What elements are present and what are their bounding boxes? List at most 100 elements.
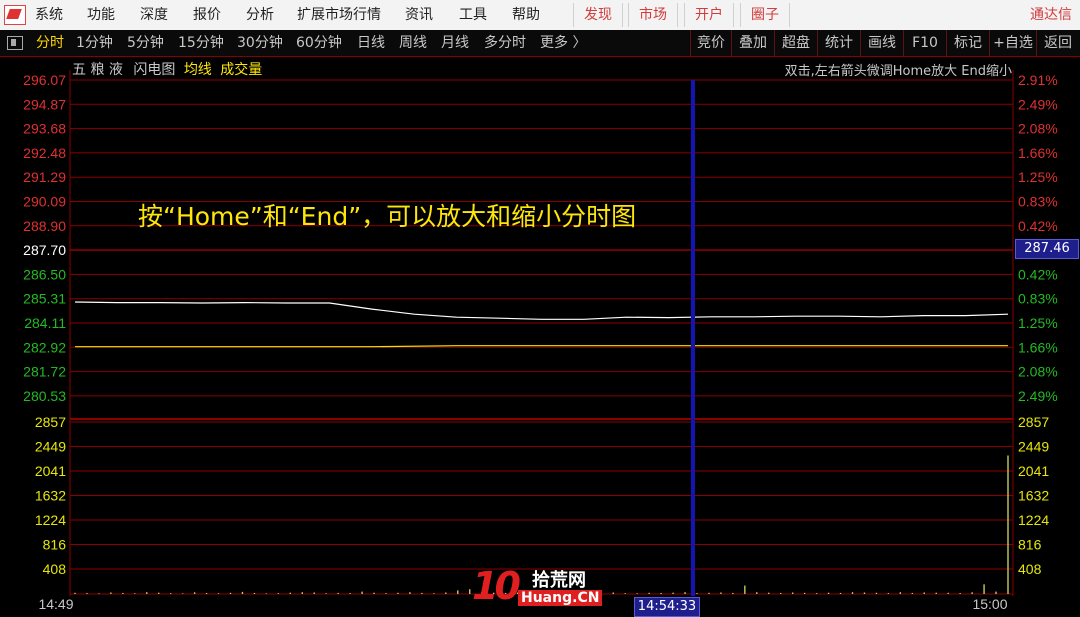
price-tick-label: 282.92: [23, 339, 66, 355]
tab-30min[interactable]: 30分钟: [237, 30, 283, 56]
auction-button[interactable]: 竞价: [690, 30, 731, 56]
volume-tick-label-left: 408: [43, 561, 67, 577]
intraday-chart[interactable]: 296.07 294.87 293.68 292.48 291.29 290.09 288.…: [0, 56, 1080, 617]
percent-tick-label: 2.49%: [1018, 388, 1058, 404]
time-start-label: 14:49: [38, 596, 73, 612]
percent-tick-label: 0.83%: [1018, 194, 1058, 210]
price-tick-label: 281.72: [23, 364, 66, 380]
price-tick-label: 294.87: [23, 96, 66, 112]
menu-help[interactable]: 帮助: [512, 0, 540, 30]
stock-name: 五 粮 液: [72, 62, 123, 78]
volume-tick-label-left: 2041: [35, 463, 66, 479]
percent-tick-label: 1.25%: [1018, 315, 1058, 331]
draw-line-button[interactable]: 画线: [860, 30, 903, 56]
menu-market[interactable]: 市场: [628, 3, 678, 27]
volume-tick-label-right: 408: [1018, 561, 1042, 577]
tab-1min[interactable]: 1分钟: [76, 30, 113, 56]
price-tick-label: 286.50: [23, 266, 66, 282]
menu-analysis[interactable]: 分析: [246, 0, 274, 30]
sidebar-toggle-icon[interactable]: [7, 36, 23, 50]
menu-open-account[interactable]: 开户: [684, 3, 734, 27]
cursor-price-label: 287.46: [1015, 239, 1079, 259]
chart-info-left: 五 粮 液 闪电图 均线 成交量: [72, 59, 262, 79]
period-tab-bar: 分时 1分钟 5分钟 15分钟 30分钟 60分钟 日线 周线 月线 多分时 更…: [0, 30, 1080, 57]
zoom-hint: 双击,左右箭头微调Home放大 End缩小: [784, 64, 1012, 79]
volume-tick-label-left: 2449: [35, 439, 66, 455]
super-board-button[interactable]: 超盘: [774, 30, 817, 56]
price-axis-left: 296.07 294.87 293.68 292.48 291.29 290.09 288.…: [23, 72, 66, 404]
menu-circle[interactable]: 圈子: [740, 3, 790, 27]
percent-tick-label: 2.08%: [1018, 364, 1058, 380]
percent-tick-label: 1.66%: [1018, 145, 1058, 161]
zoom-caption: 按“Home”和“End”，可以放大和缩小分时图: [138, 202, 637, 231]
percent-tick-label: 1.25%: [1018, 169, 1058, 185]
price-tick-label: 285.31: [23, 291, 66, 307]
cursor-time-label: 14:54:33: [634, 597, 700, 617]
volume-tick-label-right: 1224: [1018, 512, 1049, 528]
price-tick-label: 293.68: [23, 121, 66, 137]
volume-tick-label-right: 2857: [1018, 414, 1049, 430]
menu-bar: 系统 功能 深度 报价 分析 扩展市场行情 资讯 工具 帮助 发现 市场 开户 …: [0, 0, 1080, 31]
volume-tick-label-right: 1632: [1018, 488, 1049, 504]
volume-tick-label-left: 1224: [35, 512, 66, 528]
percent-tick-label: 1.66%: [1018, 339, 1058, 355]
f10-button[interactable]: F10: [903, 30, 946, 56]
percent-tick-label: 0.83%: [1018, 291, 1058, 307]
chart-grid: [69, 70, 1014, 596]
volume-tick-label-left: 1632: [35, 488, 66, 504]
tab-5min[interactable]: 5分钟: [127, 30, 164, 56]
price-tick-label: 284.11: [24, 315, 66, 331]
menu-system[interactable]: 系统: [35, 0, 63, 30]
mark-button[interactable]: 标记: [946, 30, 989, 56]
watermark-logo-icon: 10: [472, 564, 521, 608]
tab-multi-intraday[interactable]: 多分时: [484, 30, 526, 56]
menu-tools[interactable]: 工具: [459, 0, 487, 30]
back-button[interactable]: 返回: [1036, 30, 1079, 56]
price-line: [74, 301, 1009, 320]
price-tick-label: 288.90: [23, 218, 66, 234]
price-tick-label: 290.09: [23, 194, 66, 210]
tab-daily[interactable]: 日线: [357, 30, 385, 56]
tab-60min[interactable]: 60分钟: [296, 30, 342, 56]
brand-name: 通达信: [1030, 7, 1072, 23]
percent-tick-label: 0.42%: [1018, 218, 1058, 234]
tab-weekly[interactable]: 周线: [399, 30, 427, 56]
volume-tick-label-right: 2041: [1018, 463, 1049, 479]
menu-quote[interactable]: 报价: [193, 0, 221, 30]
tab-monthly[interactable]: 月线: [441, 30, 469, 56]
volume-label: 成交量: [220, 62, 263, 78]
percent-tick-label: 2.91%: [1018, 72, 1058, 88]
price-tick-label: 291.29: [23, 169, 66, 185]
volume-tick-label-left: 2857: [35, 414, 66, 430]
price-tick-label: 296.07: [23, 72, 66, 88]
percent-tick-label: 0.42%: [1018, 266, 1058, 282]
menu-depth[interactable]: 深度: [140, 0, 168, 30]
statistics-button[interactable]: 统计: [817, 30, 860, 56]
menu-extended-market[interactable]: 扩展市场行情: [297, 0, 381, 30]
menu-discover[interactable]: 发现: [573, 3, 623, 27]
site-watermark: 10 拾荒网 Huang.CN: [472, 564, 603, 610]
menu-news[interactable]: 资讯: [405, 0, 433, 30]
volume-tick-label-right: 2449: [1018, 439, 1049, 455]
average-price-line: [75, 345, 1008, 348]
add-watchlist-button[interactable]: +自选: [989, 30, 1036, 56]
percent-tick-label: 2.08%: [1018, 121, 1058, 137]
volume-tick-label-right: 816: [1018, 537, 1042, 553]
time-end-label: 15:00: [972, 596, 1007, 612]
price-lines: [74, 301, 1009, 348]
watermark-logo-text: 拾荒网: [532, 570, 586, 591]
tab-intraday[interactable]: 分时: [36, 30, 64, 56]
percent-axis-right: 2.91% 2.49% 2.08% 1.66% 1.25% 0.83% 0.42% 0.42%…: [1018, 72, 1058, 404]
overlay-button[interactable]: 叠加: [731, 30, 774, 56]
price-tick-label: 292.48: [23, 145, 66, 161]
menu-function[interactable]: 功能: [87, 0, 115, 30]
price-tick-label: 280.53: [23, 388, 66, 404]
tab-15min[interactable]: 15分钟: [178, 30, 224, 56]
avg-line-label: 均线: [183, 62, 212, 78]
tab-more[interactable]: 更多 〉: [540, 30, 586, 56]
volume-tick-label-left: 816: [43, 537, 67, 553]
price-tick-label: 287.70: [23, 242, 66, 258]
app-logo-icon: [4, 5, 26, 25]
watermark-logo-domain: Huang.CN: [518, 590, 603, 606]
chart-mode-label[interactable]: 闪电图: [133, 62, 175, 78]
